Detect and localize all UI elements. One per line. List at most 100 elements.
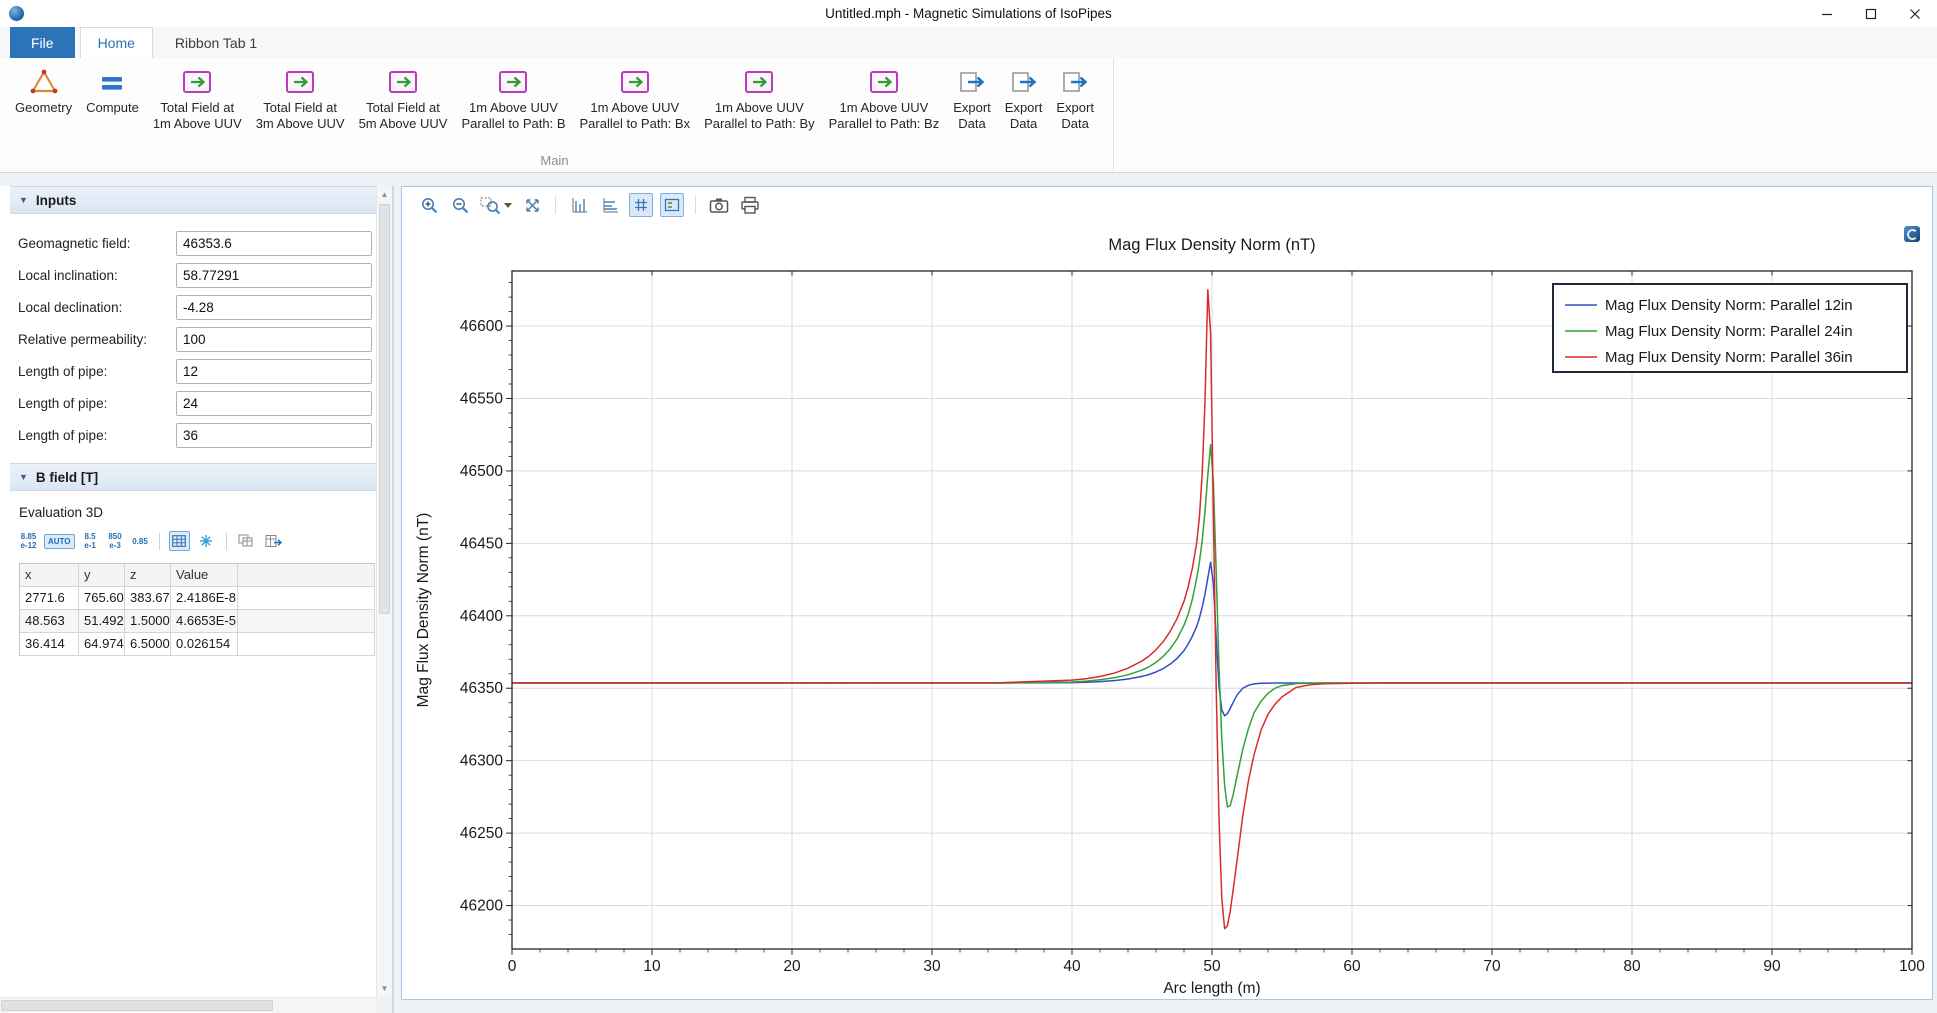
export-data-icon bbox=[1062, 64, 1088, 100]
toolbar-separator bbox=[159, 533, 160, 550]
eng-precision-button[interactable]: 850 e-3 bbox=[106, 532, 125, 550]
zoom-in-button[interactable] bbox=[417, 193, 441, 217]
table-cell[interactable]: 6.5000 bbox=[125, 633, 171, 656]
decimal-precision-button[interactable]: 0.85 bbox=[131, 537, 150, 546]
snapshot-button[interactable] bbox=[707, 193, 731, 217]
svg-text:50: 50 bbox=[1203, 958, 1221, 975]
show-grid-toggle[interactable] bbox=[629, 193, 653, 217]
sidebar-horizontal-scrollbar[interactable] bbox=[0, 997, 376, 1013]
sci-precision-button-1[interactable]: 8.85 e-12 bbox=[19, 532, 38, 550]
zoom-box-button[interactable] bbox=[479, 193, 513, 217]
export-data-button-2[interactable]: Export Data bbox=[998, 58, 1050, 134]
parallel-path-b-button[interactable]: 1m Above UUV Parallel to Path: B bbox=[454, 58, 572, 134]
app-window: Untitled.mph - Magnetic Simulations of I… bbox=[0, 0, 1937, 1013]
ribbon-group-label: Main bbox=[8, 152, 1101, 172]
zoom-extents-icon bbox=[523, 196, 542, 215]
table-cell[interactable]: 2.4186E-8 bbox=[171, 587, 238, 610]
pipe-length-1-input[interactable] bbox=[176, 359, 372, 384]
scroll-down-icon[interactable]: ▼ bbox=[377, 981, 392, 996]
table-cell[interactable]: 36.414 bbox=[20, 633, 79, 656]
tab-file[interactable]: File bbox=[10, 27, 75, 58]
compute-button[interactable]: Compute bbox=[79, 58, 146, 118]
local-inclination-input[interactable] bbox=[176, 263, 372, 288]
parallel-path-by-button[interactable]: 1m Above UUV Parallel to Path: By bbox=[697, 58, 822, 134]
parallel-path-bz-button[interactable]: 1m Above UUV Parallel to Path: Bz bbox=[822, 58, 947, 134]
table-cell[interactable]: 765.60 bbox=[79, 587, 125, 610]
column-header-value[interactable]: Value bbox=[171, 564, 238, 587]
svg-text:20: 20 bbox=[783, 958, 801, 975]
y-axis-scale-button[interactable] bbox=[598, 193, 622, 217]
close-button[interactable] bbox=[1893, 0, 1937, 27]
toolbar-separator bbox=[695, 196, 696, 214]
export-data-icon bbox=[959, 64, 985, 100]
table-cell[interactable]: 383.67 bbox=[125, 587, 171, 610]
tab-home[interactable]: Home bbox=[80, 27, 153, 58]
tab-ribbon-1[interactable]: Ribbon Tab 1 bbox=[158, 27, 274, 58]
relative-permeability-input[interactable] bbox=[176, 327, 372, 352]
svg-text:40: 40 bbox=[1063, 958, 1081, 975]
export-data-button-1[interactable]: Export Data bbox=[946, 58, 998, 134]
table-cell[interactable]: 64.974 bbox=[79, 633, 125, 656]
show-legend-toggle[interactable] bbox=[660, 193, 684, 217]
svg-text:70: 70 bbox=[1483, 958, 1501, 975]
total-field-5m-button[interactable]: Total Field at 5m Above UUV bbox=[352, 58, 455, 134]
pipe-length-3-input[interactable] bbox=[176, 423, 372, 448]
svg-text:Mag Flux Density Norm: Paralle: Mag Flux Density Norm: Parallel 36in bbox=[1605, 349, 1853, 366]
table-cell-filler bbox=[238, 587, 375, 610]
legend-icon bbox=[664, 197, 680, 213]
full-precision-button[interactable] bbox=[196, 531, 217, 551]
svg-text:Mag Flux Density Norm: Paralle: Mag Flux Density Norm: Parallel 24in bbox=[1605, 323, 1853, 340]
scroll-up-icon[interactable]: ▲ bbox=[377, 187, 392, 202]
column-header-x[interactable]: x bbox=[20, 564, 79, 587]
table-cell[interactable]: 0.026154 bbox=[171, 633, 238, 656]
bfield-section-header[interactable]: ▼ B field [T] bbox=[10, 463, 376, 491]
svg-text:Mag Flux Density Norm (nT): Mag Flux Density Norm (nT) bbox=[1108, 236, 1315, 254]
scrollbar-thumb[interactable] bbox=[379, 204, 390, 614]
titlebar: Untitled.mph - Magnetic Simulations of I… bbox=[0, 0, 1937, 27]
total-field-3m-button[interactable]: Total Field at 3m Above UUV bbox=[249, 58, 352, 134]
comsol-logo-icon[interactable] bbox=[1904, 226, 1920, 242]
sci-precision-button-2[interactable]: 8.5 e-1 bbox=[81, 532, 100, 550]
table-cell[interactable]: 51.492 bbox=[79, 610, 125, 633]
auto-format-button[interactable]: AUTO bbox=[44, 534, 75, 549]
svg-text:0: 0 bbox=[508, 958, 517, 975]
table-cell[interactable]: 1.5000 bbox=[125, 610, 171, 633]
sidebar-vertical-scrollbar[interactable]: ▲ ▼ bbox=[376, 186, 392, 997]
table-cell[interactable]: 48.563 bbox=[20, 610, 79, 633]
print-button[interactable] bbox=[738, 193, 762, 217]
collapse-triangle-icon: ▼ bbox=[19, 196, 28, 205]
results-table: x y z Value 2771.6 765.60 383.67 2.4186E… bbox=[19, 563, 375, 656]
table-cell[interactable]: 4.6653E-5 bbox=[171, 610, 238, 633]
pipe-length-2-input[interactable] bbox=[176, 391, 372, 416]
geometry-button[interactable]: Geometry bbox=[8, 58, 79, 118]
export-data-button-3[interactable]: Export Data bbox=[1049, 58, 1101, 134]
export-table-button[interactable] bbox=[263, 531, 284, 551]
total-field-1m-button[interactable]: Total Field at 1m Above UUV bbox=[146, 58, 249, 134]
plot-area[interactable]: 0102030405060708090100462004625046300463… bbox=[402, 223, 1932, 999]
parallel-path-bx-button[interactable]: 1m Above UUV Parallel to Path: Bx bbox=[573, 58, 698, 134]
zoom-out-button[interactable] bbox=[448, 193, 472, 217]
close-icon bbox=[1909, 8, 1921, 20]
geomagnetic-field-input[interactable] bbox=[176, 231, 372, 256]
table-view-button[interactable] bbox=[169, 531, 190, 551]
table-cell[interactable]: 2771.6 bbox=[20, 587, 79, 610]
chart-svg[interactable]: 0102030405060708090100462004625046300463… bbox=[402, 223, 1932, 999]
scrollbar-thumb[interactable] bbox=[1, 1000, 273, 1011]
svg-text:90: 90 bbox=[1763, 958, 1781, 975]
column-header-z[interactable]: z bbox=[125, 564, 171, 587]
copy-table-button[interactable] bbox=[236, 531, 257, 551]
local-declination-input[interactable] bbox=[176, 295, 372, 320]
zoom-extents-button[interactable] bbox=[520, 193, 544, 217]
copy-table-icon bbox=[238, 534, 254, 548]
column-header-y[interactable]: y bbox=[79, 564, 125, 587]
field-row: Local inclination: bbox=[10, 259, 376, 291]
minimize-button[interactable] bbox=[1805, 0, 1849, 27]
svg-text:46550: 46550 bbox=[460, 390, 503, 407]
svg-text:46350: 46350 bbox=[460, 680, 503, 697]
graphics-toolbar bbox=[402, 187, 1932, 223]
x-axis-scale-button[interactable] bbox=[567, 193, 591, 217]
inputs-section-header[interactable]: ▼ Inputs bbox=[10, 186, 376, 214]
y-axis-scale-icon bbox=[601, 196, 620, 215]
maximize-button[interactable] bbox=[1849, 0, 1893, 27]
ribbon: Geometry Compute Total Field at 1m Above bbox=[0, 58, 1937, 173]
